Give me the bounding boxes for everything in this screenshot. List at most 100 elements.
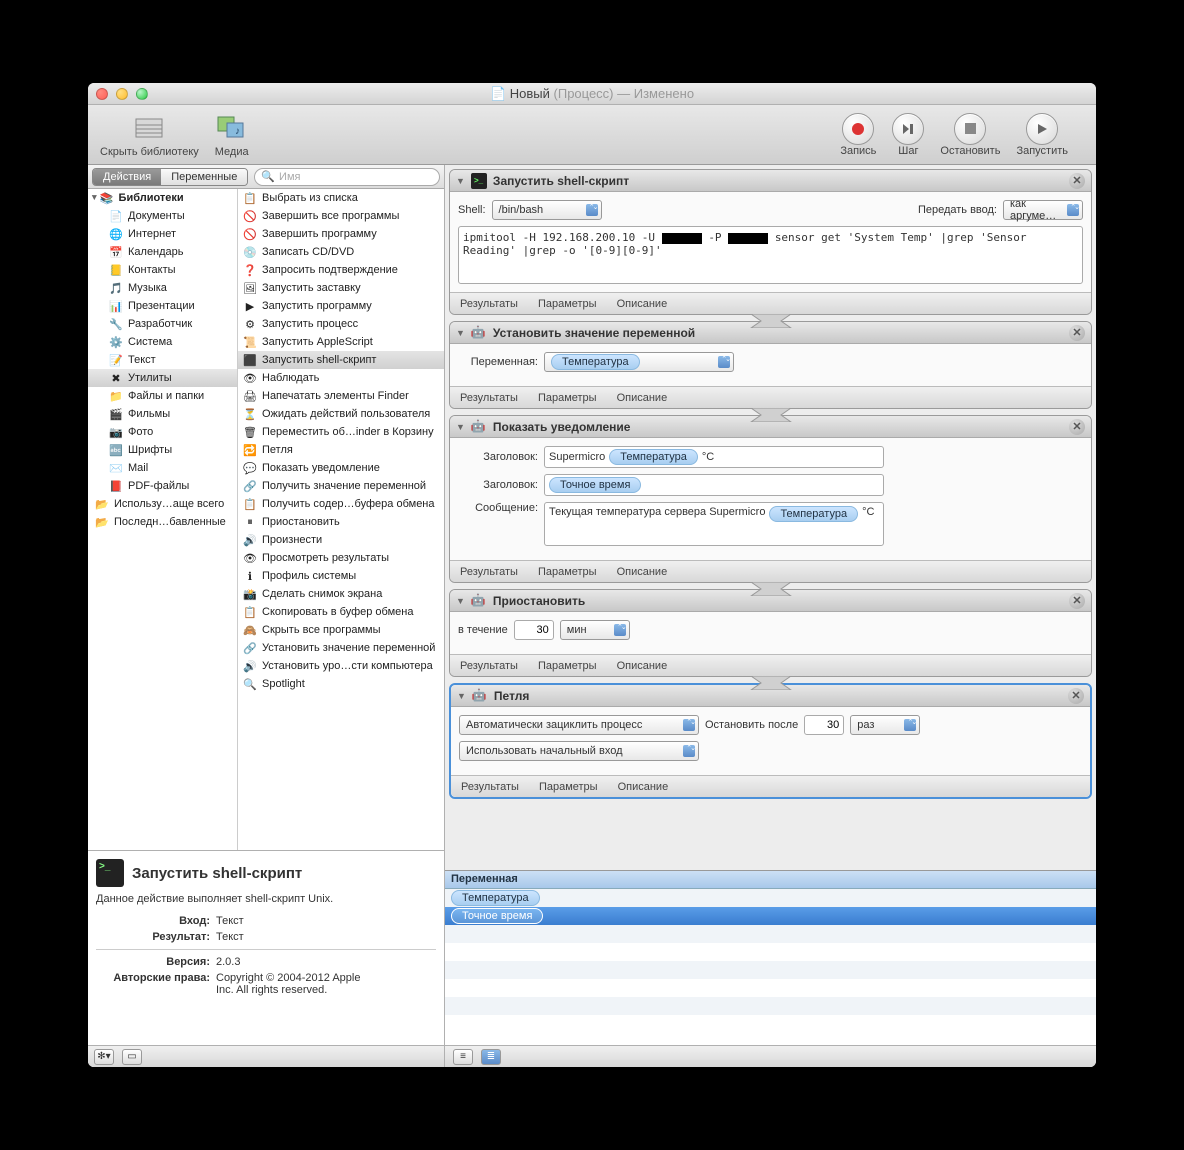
variables-pane[interactable]: Переменная Температура Точное время <box>445 870 1096 1045</box>
action-list-item[interactable]: 🗑Переместить об…inder в Корзину <box>238 423 444 441</box>
disclosure-icon[interactable]: ▼ <box>456 422 465 432</box>
action-list-item[interactable]: 🚫Завершить все программы <box>238 207 444 225</box>
footer-results[interactable]: Результаты <box>461 781 519 793</box>
pause-unit-select[interactable]: мин <box>560 620 630 640</box>
variable-row[interactable]: Температура <box>445 889 1096 907</box>
smart-folder-item[interactable]: 📂Последн…бавленные <box>88 513 237 531</box>
action-list-item[interactable]: 🖨Напечатать элементы Finder <box>238 387 444 405</box>
pause-value-input[interactable] <box>514 620 554 640</box>
log-view-button[interactable]: ≣ <box>481 1049 501 1065</box>
stop-unit-select[interactable]: раз <box>850 715 920 735</box>
library-categories[interactable]: 📚 Библиотеки 📄Документы🌐Интернет📅Календа… <box>88 189 238 850</box>
hide-library-button[interactable]: Скрыть библиотеку <box>100 112 199 158</box>
title-field[interactable]: Supermicro Температура °C <box>544 446 884 468</box>
action-list-item[interactable]: 💿Записать CD/DVD <box>238 243 444 261</box>
stop-button[interactable]: Остановить <box>940 113 1000 157</box>
subtitle-field[interactable]: Точное время <box>544 474 884 496</box>
library-item[interactable]: 🌐Интернет <box>88 225 237 243</box>
library-item[interactable]: 🔤Шрифты <box>88 441 237 459</box>
footer-params[interactable]: Параметры <box>538 392 597 404</box>
action-list-item[interactable]: 🔊Произнести <box>238 531 444 549</box>
action-list-item[interactable]: 🔊Установить уро…сти компьютера <box>238 657 444 675</box>
library-item[interactable]: 🔧Разработчик <box>88 315 237 333</box>
action-list-item[interactable]: 🔗Установить значение переменной <box>238 639 444 657</box>
gear-menu-button[interactable]: ✻▾ <box>94 1049 114 1065</box>
library-item[interactable]: ✖Утилиты <box>88 369 237 387</box>
footer-desc[interactable]: Описание <box>617 298 668 310</box>
disclosure-icon[interactable]: ▼ <box>456 328 465 338</box>
disclosure-icon[interactable]: ▼ <box>456 176 465 186</box>
action-list-item[interactable]: ⏳Ожидать действий пользователя <box>238 405 444 423</box>
footer-results[interactable]: Результаты <box>460 566 518 578</box>
titlebar[interactable]: 📄 Новый (Процесс) — Изменено <box>88 83 1096 105</box>
library-item[interactable]: 📝Текст <box>88 351 237 369</box>
disclosure-icon[interactable]: ▼ <box>456 596 465 606</box>
action-list-item[interactable]: ⬛Запустить shell-скрипт <box>238 351 444 369</box>
library-item[interactable]: 📊Презентации <box>88 297 237 315</box>
footer-params[interactable]: Параметры <box>539 781 598 793</box>
pass-input-select[interactable]: как аргуме… <box>1003 200 1083 220</box>
library-item[interactable]: ⚙️Система <box>88 333 237 351</box>
loop-mode-select[interactable]: Автоматически зациклить процесс <box>459 715 699 735</box>
disclosure-icon[interactable]: ▼ <box>457 691 466 701</box>
footer-desc[interactable]: Описание <box>617 566 668 578</box>
action-list-item[interactable]: ⚙Запустить процесс <box>238 315 444 333</box>
run-button[interactable]: Запустить <box>1016 113 1068 157</box>
action-list-item[interactable]: ▶Запустить программу <box>238 297 444 315</box>
action-list-item[interactable]: 🔁Петля <box>238 441 444 459</box>
library-item[interactable]: 📷Фото <box>88 423 237 441</box>
action-notification[interactable]: ▼ 🤖 Показать уведомление ✕ Заголовок: Su… <box>449 415 1092 583</box>
media-button[interactable]: ♪ Медиа <box>215 112 249 158</box>
close-window-button[interactable] <box>96 88 108 100</box>
search-input[interactable]: 🔍 Имя <box>254 168 440 186</box>
panels-toggle-button[interactable]: ▭ <box>122 1049 142 1065</box>
library-item[interactable]: 🎬Фильмы <box>88 405 237 423</box>
footer-params[interactable]: Параметры <box>538 660 597 672</box>
library-item[interactable]: 📕PDF-файлы <box>88 477 237 495</box>
action-list-item[interactable]: 📋Получить содер…буфера обмена <box>238 495 444 513</box>
footer-results[interactable]: Результаты <box>460 660 518 672</box>
action-pause[interactable]: ▼ 🤖 Приостановить ✕ в течение мин Резу <box>449 589 1092 677</box>
action-list-item[interactable]: 💬Показать уведомление <box>238 459 444 477</box>
action-list-item[interactable]: 👁Просмотреть результаты <box>238 549 444 567</box>
footer-params[interactable]: Параметры <box>538 298 597 310</box>
action-list-item[interactable]: 👁Наблюдать <box>238 369 444 387</box>
action-run-shell[interactable]: ▼ >_ Запустить shell-скрипт ✕ Shell: /bi… <box>449 169 1092 315</box>
zoom-window-button[interactable] <box>136 88 148 100</box>
action-header[interactable]: ▼ >_ Запустить shell-скрипт ✕ <box>450 170 1091 192</box>
action-list-item[interactable]: ℹПрофиль системы <box>238 567 444 585</box>
action-list-item[interactable]: 🔍Spotlight <box>238 675 444 693</box>
action-list-item[interactable]: 🖼Запустить заставку <box>238 279 444 297</box>
footer-desc[interactable]: Описание <box>618 781 669 793</box>
minimize-window-button[interactable] <box>116 88 128 100</box>
message-field[interactable]: Текущая температура сервера Supermicro Т… <box>544 502 884 546</box>
action-set-variable[interactable]: ▼ 🤖 Установить значение переменной ✕ Пер… <box>449 321 1092 409</box>
record-button[interactable]: Запись <box>840 113 876 157</box>
smart-folder-item[interactable]: 📂Использу…аще всего <box>88 495 237 513</box>
shell-select[interactable]: /bin/bash <box>492 200 602 220</box>
action-list-item[interactable]: 🚫Завершить программу <box>238 225 444 243</box>
footer-params[interactable]: Параметры <box>538 566 597 578</box>
tab-variables[interactable]: Переменные <box>161 169 247 185</box>
step-button[interactable]: Шаг <box>892 113 924 157</box>
action-list-item[interactable]: 📸Сделать снимок экрана <box>238 585 444 603</box>
action-list-item[interactable]: 📜Запустить AppleScript <box>238 333 444 351</box>
actions-list[interactable]: 📋Выбрать из списка🚫Завершить все програм… <box>238 189 444 850</box>
variable-select[interactable]: Температура <box>544 352 734 372</box>
library-item[interactable]: 📒Контакты <box>88 261 237 279</box>
library-item[interactable]: 📁Файлы и папки <box>88 387 237 405</box>
library-item[interactable]: 🎵Музыка <box>88 279 237 297</box>
variables-header[interactable]: Переменная <box>445 871 1096 889</box>
action-list-item[interactable]: 🙈Скрыть все программы <box>238 621 444 639</box>
action-list-item[interactable]: 📋Скопировать в буфер обмена <box>238 603 444 621</box>
action-list-item[interactable]: 🔗Получить значение переменной <box>238 477 444 495</box>
loop-input-select[interactable]: Использовать начальный вход <box>459 741 699 761</box>
library-item[interactable]: 📄Документы <box>88 207 237 225</box>
library-header[interactable]: 📚 Библиотеки <box>88 189 237 207</box>
footer-results[interactable]: Результаты <box>460 392 518 404</box>
footer-desc[interactable]: Описание <box>617 660 668 672</box>
tab-actions[interactable]: Действия <box>93 169 161 185</box>
footer-desc[interactable]: Описание <box>617 392 668 404</box>
workflow-canvas[interactable]: ▼ >_ Запустить shell-скрипт ✕ Shell: /bi… <box>445 165 1096 870</box>
action-list-item[interactable]: ⏸Приостановить <box>238 513 444 531</box>
